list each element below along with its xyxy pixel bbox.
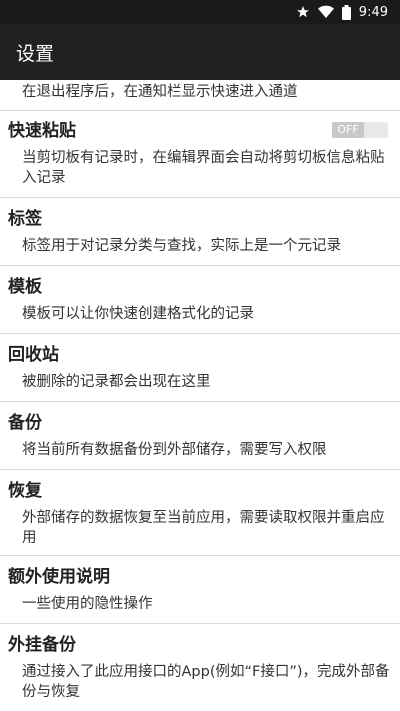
settings-item-backup[interactable]: 备份 将当前所有数据备份到外部储存，需要写入权限 bbox=[0, 402, 400, 470]
settings-item-desc: 模板可以让你快速创建格式化的记录 bbox=[22, 306, 254, 322]
wifi-icon bbox=[317, 5, 334, 19]
app-bar: 设置 bbox=[0, 24, 400, 80]
status-time: 9:49 bbox=[358, 4, 388, 20]
settings-item-title: 标签 bbox=[8, 209, 42, 229]
settings-item-desc: 在退出程序后，在通知栏显示快速进入通道 bbox=[22, 84, 298, 100]
status-bar: 9:49 bbox=[0, 0, 400, 24]
battery-icon bbox=[341, 4, 351, 20]
settings-item-title: 备份 bbox=[8, 413, 42, 433]
settings-item-desc: 外部储存的数据恢复至当前应用，需要读取权限并重启应用 bbox=[22, 510, 385, 546]
settings-item-restore[interactable]: 恢复 外部储存的数据恢复至当前应用，需要读取权限并重启应用 bbox=[0, 470, 400, 556]
settings-item-recycle-bin[interactable]: 回收站 被删除的记录都会出现在这里 bbox=[0, 334, 400, 402]
settings-item-desc: 通过接入了此应用接口的App(例如“F接口”)，完成外部备份与恢复 bbox=[22, 664, 390, 700]
settings-item-quick-entry[interactable]: 在退出程序后，在通知栏显示快速进入通道 bbox=[0, 80, 400, 111]
settings-item-desc: 标签用于对记录分类与查找，实际上是一个元记录 bbox=[22, 238, 341, 254]
settings-item-tags[interactable]: 标签 标签用于对记录分类与查找，实际上是一个元记录 bbox=[0, 198, 400, 266]
settings-item-title: 外挂备份 bbox=[8, 635, 76, 655]
toggle-knob: OFF bbox=[332, 122, 364, 138]
quick-paste-toggle[interactable]: OFF bbox=[332, 122, 388, 138]
settings-item-title: 回收站 bbox=[8, 345, 59, 365]
settings-item-extra-help[interactable]: 额外使用说明 一些使用的隐性操作 bbox=[0, 556, 400, 624]
page-title: 设置 bbox=[16, 42, 55, 65]
star-icon bbox=[296, 5, 310, 19]
settings-item-quick-paste[interactable]: 快速粘贴 OFF 当剪切板有记录时，在编辑界面会自动将剪切板信息粘贴入记录 bbox=[0, 111, 400, 198]
settings-item-plugin-backup[interactable]: 外挂备份 通过接入了此应用接口的App(例如“F接口”)，完成外部备份与恢复 bbox=[0, 624, 400, 711]
settings-item-title: 恢复 bbox=[8, 481, 42, 501]
settings-item-desc: 将当前所有数据备份到外部储存，需要写入权限 bbox=[22, 442, 327, 458]
settings-item-templates[interactable]: 模板 模板可以让你快速创建格式化的记录 bbox=[0, 266, 400, 334]
settings-list[interactable]: 在退出程序后，在通知栏显示快速进入通道 快速粘贴 OFF 当剪切板有记录时，在编… bbox=[0, 80, 400, 711]
settings-item-desc: 当剪切板有记录时，在编辑界面会自动将剪切板信息粘贴入记录 bbox=[22, 150, 385, 186]
settings-item-title: 额外使用说明 bbox=[8, 567, 110, 587]
settings-item-desc: 被删除的记录都会出现在这里 bbox=[22, 374, 211, 390]
settings-item-title: 模板 bbox=[8, 277, 42, 297]
settings-item-desc: 一些使用的隐性操作 bbox=[22, 596, 153, 612]
